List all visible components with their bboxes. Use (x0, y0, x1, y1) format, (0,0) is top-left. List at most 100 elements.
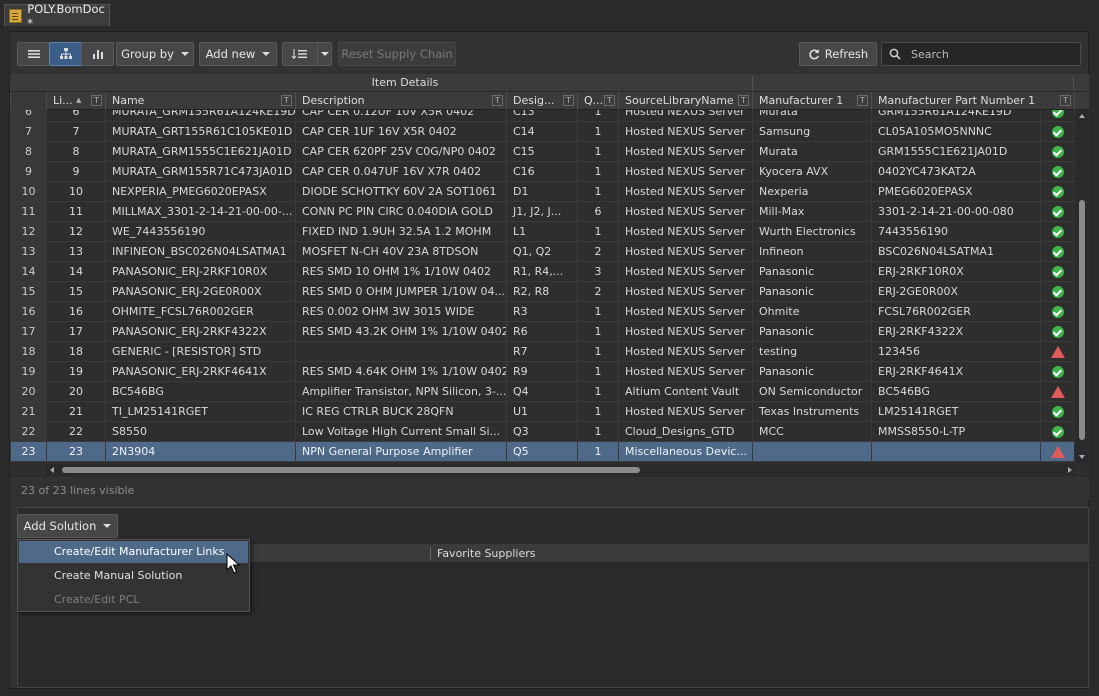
column-header-designator[interactable]: Desig... T (506, 92, 577, 110)
table-row[interactable]: 9 9 MURATA_GRM155R71C473JA01D CAP CER 0.047… (10, 162, 1074, 182)
table-row[interactable]: 21 21 TI_LM25141RGET IC REG CTRLR BUCK 28QF… (10, 402, 1074, 422)
table-row[interactable]: 15 15 PANASONIC_ERJ-2GE0R00X RES SMD 0 OHM … (10, 282, 1074, 302)
warning-icon (1050, 445, 1065, 458)
cell-description: CONN PC PIN CIRC 0.040DIA GOLD (295, 202, 506, 221)
cell-quantity: 1 (577, 302, 618, 321)
column-header-status (1074, 92, 1089, 110)
cell-designator: C13 (506, 110, 577, 121)
scroll-down-icon[interactable] (1079, 455, 1085, 459)
warning-icon (1050, 345, 1065, 358)
cell-name: MURATA_GRM155R71C473JA01D (105, 162, 295, 181)
cell-designator: J1, J2, J... (506, 202, 577, 221)
table-row[interactable]: 19 19 PANASONIC_ERJ-2RKF4641X RES SMD 4.64K… (10, 362, 1074, 382)
row-number: 14 (10, 262, 46, 281)
cell-manufacturer: Nexperia (752, 182, 871, 201)
cell-status (1040, 142, 1074, 161)
check-circle-icon (1051, 265, 1064, 278)
cell-status (1040, 242, 1074, 261)
table-row[interactable]: 16 16 OHMITE_FCSL76R002GER RES 0.002 OHM 3W… (10, 302, 1074, 322)
cell-source-library: Hosted NEXUS Server (618, 162, 752, 181)
menu-item-create-edit-manufacturer-links[interactable]: Create/Edit Manufacturer Links (19, 541, 248, 563)
cell-designator: R6 (506, 322, 577, 341)
table-row[interactable]: 23 23 2N3904 NPN General Purpose Amplifier Q… (10, 442, 1074, 462)
table-row[interactable]: 13 13 INFINEON_BSC026N04LSATMA1 MOSFET N-CH… (10, 242, 1074, 262)
cell-line: 12 (46, 222, 105, 241)
cell-status (1040, 422, 1074, 441)
add-solution-button[interactable]: Add Solution (17, 514, 118, 538)
vertical-scrollbar[interactable] (1076, 110, 1088, 464)
column-header-manufacturer[interactable]: Manufacturer 1T (752, 92, 871, 110)
table-row[interactable]: 7 7 MURATA_GRT155R61C105KE01D CAP CER 1UF 1… (10, 122, 1074, 142)
table-row[interactable]: 20 20 BC546BG Amplifier Transistor, NPN Sil… (10, 382, 1074, 402)
table-row[interactable]: 18 18 GENERIC - [RESISTOR] STD R7 1 Hosted NE… (10, 342, 1074, 362)
cell-description (295, 342, 506, 361)
table-row[interactable]: 6 6 MURATA_GRM155R61A124KE19D CAP CER 0.12U… (10, 110, 1074, 122)
cell-name: PANASONIC_ERJ-2RKF10R0X (105, 262, 295, 281)
column-header-quantity[interactable]: Q... T (577, 92, 618, 110)
sort-button[interactable] (282, 42, 318, 66)
add-new-dropdown[interactable]: Add new (199, 42, 277, 66)
row-number: 9 (10, 162, 46, 181)
horizontal-scrollbar[interactable] (46, 464, 1076, 476)
scroll-right-icon[interactable] (1068, 467, 1072, 473)
base-view-button[interactable] (49, 42, 82, 66)
search-input[interactable] (909, 46, 1073, 62)
column-header-source-library[interactable]: SourceLibraryName T (618, 92, 752, 110)
cell-designator: R2, R8 (506, 282, 577, 301)
column-header-name[interactable]: Name T (105, 92, 295, 110)
row-number: 17 (10, 322, 46, 341)
document-tab[interactable]: POLY.BomDoc * (4, 2, 110, 30)
table-row[interactable]: 22 22 S8550 Low Voltage High Current Small … (10, 422, 1074, 442)
cell-manufacturer: Panasonic (752, 362, 871, 381)
column-header-mpn[interactable]: Manufacturer Part Number 1T (871, 92, 1074, 110)
scroll-up-icon[interactable] (1079, 114, 1085, 118)
filter-icon[interactable]: T (1060, 95, 1071, 106)
horizontal-scroll-thumb[interactable] (62, 467, 640, 473)
cell-source-library: Hosted NEXUS Server (618, 202, 752, 221)
table-row[interactable]: 10 10 NEXPERIA_PMEG6020EPASX DIODE SCHOTTKY… (10, 182, 1074, 202)
menu-item-create-manual-solution[interactable]: Create Manual Solution (19, 565, 248, 587)
reset-supply-chain-label: Reset Supply Chain (341, 47, 453, 61)
flat-view-button[interactable] (17, 42, 50, 66)
table-row[interactable]: 14 14 PANASONIC_ERJ-2RKF10R0X RES SMD 10 OH… (10, 262, 1074, 282)
cell-quantity: 1 (577, 442, 618, 461)
filter-icon[interactable]: T (563, 95, 574, 106)
add-solution-menu: Create/Edit Manufacturer Links Create Ma… (17, 539, 250, 612)
table-row[interactable]: 17 17 PANASONIC_ERJ-2RKF4322X RES SMD 43.2K… (10, 322, 1074, 342)
menu-item-create-edit-pcl[interactable]: Create/Edit PCL (19, 589, 248, 611)
filter-icon[interactable]: T (492, 95, 503, 106)
cell-status (1040, 122, 1074, 141)
cell-description: DIODE SCHOTTKY 60V 2A SOT1061 (295, 182, 506, 201)
filter-icon[interactable]: T (857, 95, 868, 106)
table-row[interactable]: 8 8 MURATA_GRM1555C1E621JA01D CAP CER 620PF… (10, 142, 1074, 162)
sort-options-dropdown[interactable] (317, 42, 332, 66)
vertical-scroll-thumb[interactable] (1079, 200, 1085, 440)
cell-description: RES SMD 43.2K OHM 1% 1/10W 0402 (295, 322, 506, 341)
column-header-description[interactable]: Description T (295, 92, 506, 110)
table-row[interactable]: 12 12 WE_7443556190 FIXED IND 1.9UH 32.5A 1… (10, 222, 1074, 242)
filter-icon[interactable]: T (91, 95, 102, 106)
row-number: 12 (10, 222, 46, 241)
cell-status (1040, 262, 1074, 281)
filter-icon[interactable]: T (604, 95, 615, 106)
refresh-button[interactable]: Refresh (799, 42, 877, 66)
search-box[interactable] (881, 42, 1081, 66)
cell-source-library: Cloud_Designs_GTD (618, 422, 752, 441)
scroll-left-icon[interactable] (50, 467, 54, 473)
reset-supply-chain-button[interactable]: Reset Supply Chain (338, 42, 456, 66)
row-number: 21 (10, 402, 46, 421)
cell-source-library: Hosted NEXUS Server (618, 362, 752, 381)
filter-icon[interactable]: T (281, 95, 292, 106)
cell-name: S8550 (105, 422, 295, 441)
column-header-line[interactable]: Li... ▲ T (46, 92, 105, 110)
cell-status (1040, 382, 1074, 401)
cell-quantity: 1 (577, 382, 618, 401)
table-row[interactable]: 11 11 MILLMAX_3301-2-14-21-00-00-... CONN P… (10, 202, 1074, 222)
cell-quantity: 1 (577, 342, 618, 361)
filter-icon[interactable]: T (738, 95, 749, 106)
list-view-icon (27, 50, 40, 58)
bar-chart-icon (92, 50, 103, 59)
check-circle-icon (1051, 165, 1064, 178)
chart-view-button[interactable] (81, 42, 114, 66)
group-by-dropdown[interactable]: Group by (116, 42, 194, 66)
